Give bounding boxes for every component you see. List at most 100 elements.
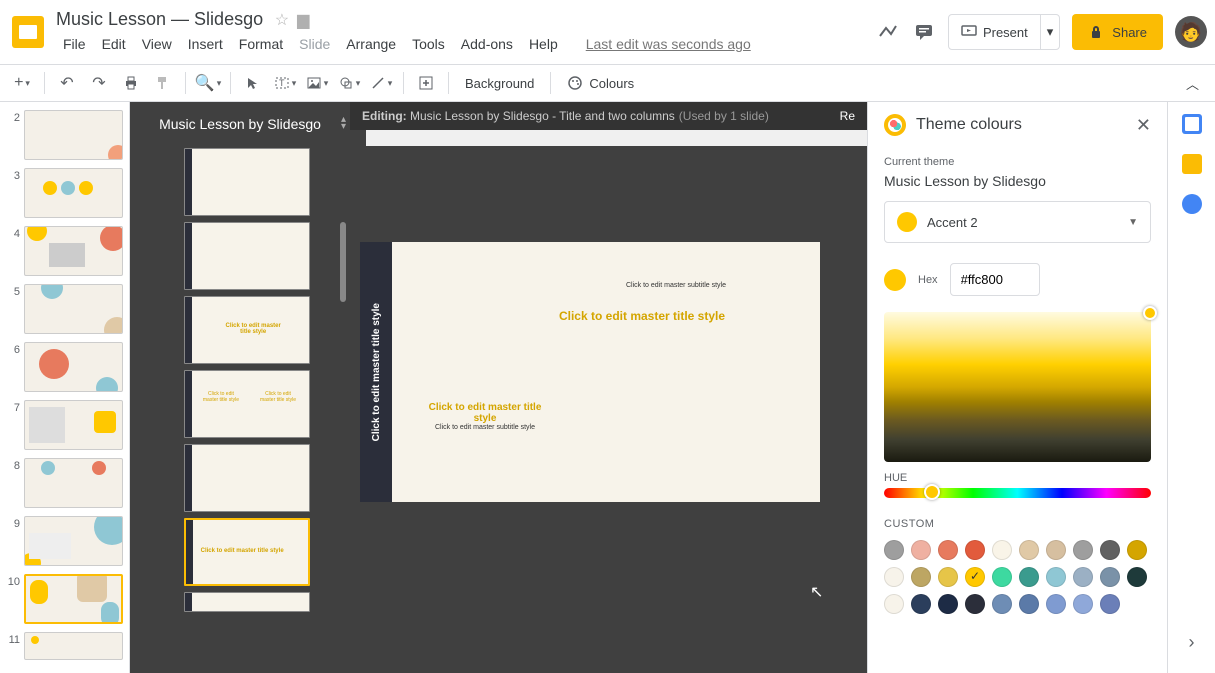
menu-file[interactable]: File	[56, 32, 93, 56]
custom-swatch[interactable]	[884, 540, 904, 560]
menu-format[interactable]: Format	[232, 32, 290, 56]
collapse-rail-icon[interactable]: ›	[1189, 632, 1195, 653]
custom-swatch[interactable]	[1127, 540, 1147, 560]
star-icon[interactable]: ☆	[275, 10, 289, 30]
menu-slide[interactable]: Slide	[292, 32, 337, 56]
slide-thumb-8[interactable]	[24, 458, 123, 508]
menu-edit[interactable]: Edit	[95, 32, 133, 56]
menu-help[interactable]: Help	[522, 32, 565, 56]
background-button[interactable]: Background	[457, 69, 542, 97]
select-tool[interactable]	[239, 69, 267, 97]
close-panel-icon[interactable]: ✕	[1136, 115, 1151, 136]
custom-swatch[interactable]	[938, 540, 958, 560]
keep-addon-icon[interactable]	[1182, 154, 1202, 174]
master-layout-3[interactable]: Click to edit master title style	[184, 296, 310, 364]
shape-tool[interactable]: ▾	[335, 69, 363, 97]
custom-swatch[interactable]	[1046, 567, 1066, 587]
custom-swatch[interactable]	[1100, 540, 1120, 560]
custom-swatch[interactable]	[884, 594, 904, 614]
master-layout-6[interactable]: Click to edit master title style	[184, 518, 310, 586]
vertical-title-placeholder[interactable]: Click to edit master title style	[371, 303, 382, 441]
collapse-toolbar-icon[interactable]: ︿	[1178, 74, 1207, 93]
slide-thumb-3[interactable]	[24, 168, 123, 218]
slide-canvas[interactable]: Click to edit master title style Click t…	[360, 242, 820, 502]
subtitle-placeholder-bottom[interactable]: Click to edit master subtitle style	[420, 424, 550, 431]
custom-swatch[interactable]	[1127, 567, 1147, 587]
activity-icon[interactable]	[876, 20, 900, 44]
textbox-tool[interactable]: T▾	[271, 69, 299, 97]
print-button[interactable]	[117, 69, 145, 97]
custom-swatch[interactable]	[1073, 567, 1093, 587]
doc-title[interactable]: Music Lesson — Slidesgo	[56, 9, 263, 30]
title-placeholder-bottom[interactable]: Click to edit master title style	[420, 402, 550, 424]
rename-button[interactable]: Re	[840, 109, 855, 123]
slide-thumb-9[interactable]	[24, 516, 123, 566]
app-logo[interactable]	[8, 12, 48, 52]
menu-insert[interactable]: Insert	[181, 32, 230, 56]
last-edit-link[interactable]: Last edit was seconds ago	[579, 32, 758, 56]
custom-swatch[interactable]	[1019, 567, 1039, 587]
comments-icon[interactable]	[912, 20, 936, 44]
image-tool[interactable]: ▾	[303, 69, 331, 97]
master-layout-filmstrip[interactable]: Music Lesson by Slidesgo ▴▾ Click to edi…	[130, 102, 350, 673]
saturation-handle[interactable]	[1143, 306, 1157, 320]
slide-thumb-10[interactable]	[24, 574, 123, 624]
colours-button[interactable]: Colours	[559, 69, 642, 97]
slide-thumb-7[interactable]	[24, 400, 123, 450]
undo-button[interactable]: ↶	[53, 69, 81, 97]
theme-color-select[interactable]: Accent 2 ▼	[884, 201, 1151, 243]
master-layout-5[interactable]	[184, 444, 310, 512]
menu-addons[interactable]: Add-ons	[454, 32, 520, 56]
custom-swatch[interactable]	[1100, 567, 1120, 587]
custom-swatch[interactable]	[1019, 540, 1039, 560]
custom-swatch[interactable]	[965, 567, 985, 587]
new-slide-button[interactable]: + ▾	[8, 69, 36, 97]
slide-filmstrip[interactable]: 2 3 4 5 6 7 8 9 10 11	[0, 102, 130, 673]
add-placeholder-button[interactable]	[412, 69, 440, 97]
custom-swatch[interactable]	[938, 567, 958, 587]
custom-swatch[interactable]	[965, 594, 985, 614]
custom-swatch[interactable]	[911, 594, 931, 614]
hex-input[interactable]	[950, 263, 1040, 296]
slide-thumb-6[interactable]	[24, 342, 123, 392]
custom-swatch[interactable]	[965, 540, 985, 560]
custom-swatch[interactable]	[911, 540, 931, 560]
line-tool[interactable]: ▾	[367, 69, 395, 97]
paint-format-button[interactable]	[149, 69, 177, 97]
custom-swatch[interactable]	[1019, 594, 1039, 614]
hue-slider[interactable]	[884, 488, 1151, 498]
master-layout-7[interactable]	[184, 592, 310, 612]
custom-swatch[interactable]	[938, 594, 958, 614]
share-button[interactable]: Share	[1072, 14, 1163, 50]
custom-swatch[interactable]	[1046, 594, 1066, 614]
calendar-addon-icon[interactable]	[1182, 114, 1202, 134]
custom-swatch[interactable]	[992, 567, 1012, 587]
menu-tools[interactable]: Tools	[405, 32, 452, 56]
custom-swatch[interactable]	[1073, 594, 1093, 614]
master-layout-2[interactable]	[184, 222, 310, 290]
slide-thumb-2[interactable]	[24, 110, 123, 160]
zoom-button[interactable]: 🔍▾	[194, 69, 222, 97]
master-scrollbar[interactable]	[340, 222, 346, 302]
menu-view[interactable]: View	[135, 32, 179, 56]
title-placeholder-top[interactable]: Click to edit master title style	[552, 309, 732, 323]
custom-swatch[interactable]	[911, 567, 931, 587]
move-folder-icon[interactable]: ▆	[297, 10, 309, 30]
slide-thumb-4[interactable]	[24, 226, 123, 276]
master-layout-4[interactable]: Click to edit master title styleClick to…	[184, 370, 310, 438]
custom-swatch[interactable]	[1073, 540, 1093, 560]
subtitle-placeholder-top[interactable]: Click to edit master subtitle style	[572, 282, 780, 289]
account-avatar[interactable]: 🧑	[1175, 16, 1207, 48]
slide-thumb-11[interactable]	[24, 632, 123, 660]
saturation-picker[interactable]	[884, 312, 1151, 462]
custom-swatch[interactable]	[1046, 540, 1066, 560]
custom-swatch[interactable]	[884, 567, 904, 587]
custom-swatch[interactable]	[992, 594, 1012, 614]
present-button[interactable]: Present	[949, 24, 1040, 40]
custom-swatch[interactable]	[1100, 594, 1120, 614]
master-layout-1[interactable]	[184, 148, 310, 216]
slide-thumb-5[interactable]	[24, 284, 123, 334]
master-title-toggle-icon[interactable]: ▴▾	[341, 116, 346, 130]
redo-button[interactable]: ↷	[85, 69, 113, 97]
custom-swatch[interactable]	[992, 540, 1012, 560]
